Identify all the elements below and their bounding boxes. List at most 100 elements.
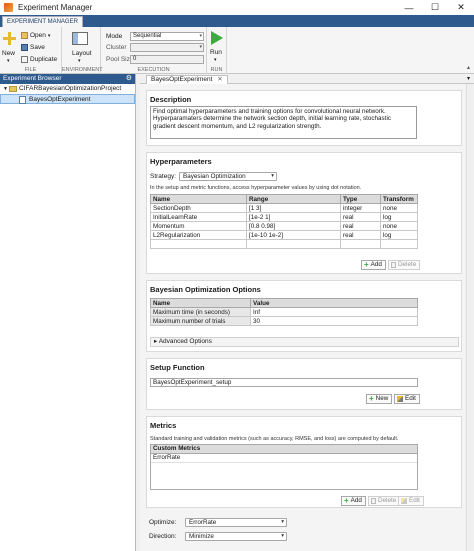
table-cell[interactable]: log — [380, 212, 418, 222]
strategy-label: Strategy: — [150, 173, 177, 180]
layout-button[interactable]: Layout ▾ — [62, 27, 100, 65]
project-label: CIFARBayesianOptimizationProject — [19, 85, 122, 92]
column-header[interactable]: Type — [340, 194, 381, 204]
save-button[interactable]: Save — [21, 44, 45, 51]
chevron-down-icon[interactable]: ▼ — [3, 84, 8, 94]
add-hyperparameter-button[interactable]: + Add — [361, 260, 386, 270]
column-header[interactable]: Name — [150, 194, 247, 204]
table-cell[interactable]: InitialLearnRate — [150, 212, 247, 222]
gear-icon[interactable]: ⚙ — [126, 74, 132, 84]
add-label: Add — [370, 261, 382, 268]
table-cell[interactable]: [0.8 0.98] — [246, 221, 341, 231]
description-heading: Description — [150, 95, 192, 104]
duplicate-label: Duplicate — [30, 56, 58, 63]
vertical-scrollbar[interactable] — [466, 84, 474, 551]
option-value[interactable]: 30 — [250, 316, 418, 326]
plus-icon — [3, 32, 16, 45]
open-button[interactable]: Open ▾ — [21, 32, 50, 39]
metrics-section: Metrics Standard training and validation… — [146, 416, 462, 508]
column-header[interactable]: Range — [246, 194, 341, 204]
option-value[interactable]: Inf — [250, 307, 418, 317]
table-cell[interactable]: L2Regularization — [150, 230, 247, 240]
add-label: Add — [350, 497, 362, 504]
experiment-editor: BayesOptExperiment ✕ ▾ Description Find … — [140, 74, 474, 551]
maximize-button[interactable]: ☐ — [422, 0, 448, 15]
close-icon[interactable]: ✕ — [217, 76, 222, 83]
tab-bayesopt-experiment[interactable]: BayesOptExperiment ✕ — [146, 75, 228, 84]
delete-metric-button[interactable]: Delete — [368, 496, 401, 506]
new-label: New — [2, 50, 16, 57]
list-item[interactable]: ErrorRate — [151, 454, 417, 463]
chevron-down-icon: ▾ — [281, 519, 284, 525]
table-row[interactable]: SectionDepth [1 3] integer none — [150, 203, 418, 213]
table-row[interactable]: Momentum [0.8 0.98] real none — [150, 221, 418, 231]
table-cell[interactable]: real — [340, 212, 381, 222]
optimize-label: Optimize: — [149, 519, 177, 526]
setup-function-field[interactable]: BayesOptExperiment_setup — [150, 378, 418, 387]
pool-size-field[interactable]: 0 — [130, 55, 204, 64]
strategy-dropdown[interactable]: Bayesian Optimization ▾ — [179, 172, 277, 181]
chevron-right-icon: ▸ — [154, 338, 158, 345]
cluster-dropdown[interactable]: ▾ — [130, 43, 204, 52]
bayesian-options-heading: Bayesian Optimization Options — [150, 285, 261, 294]
advanced-options-toggle[interactable]: ▸ Advanced Options — [150, 337, 459, 347]
new-label: New — [375, 395, 389, 402]
table-row: Maximum time (in seconds) Inf — [150, 307, 418, 317]
environment-section: Layout ▾ ENVIRONMENT — [62, 27, 103, 74]
table-cell[interactable]: integer — [340, 203, 381, 213]
run-label: Run — [210, 49, 222, 56]
bayesian-options-table: Name Value Maximum time (in seconds) Inf… — [150, 298, 418, 326]
tree-item-project[interactable]: ▼ CIFARBayesianOptimizationProject — [0, 84, 135, 94]
metrics-note: Standard training and validation metrics… — [150, 436, 399, 442]
browser-header: Experiment Browser ⚙ — [0, 74, 135, 84]
table-cell[interactable]: none — [380, 203, 418, 213]
layout-label: Layout — [72, 50, 92, 57]
tab-experiment-manager[interactable]: EXPERIMENT MANAGER — [2, 16, 83, 27]
folder-icon — [21, 32, 28, 39]
mode-value: Sequential — [133, 33, 162, 39]
edit-metric-button[interactable]: Edit — [398, 496, 424, 506]
mode-dropdown[interactable]: Sequential ▾ — [130, 32, 204, 41]
table-cell[interactable]: real — [340, 230, 381, 240]
minimize-button[interactable]: — — [396, 0, 422, 15]
option-name: Maximum time (in seconds) — [150, 307, 251, 317]
run-button[interactable]: Run ▾ — [207, 27, 226, 65]
duplicate-button[interactable]: Duplicate — [21, 56, 57, 63]
metrics-heading: Metrics — [150, 421, 177, 430]
table-cell[interactable]: none — [380, 221, 418, 231]
title-bar: Experiment Manager — ☐ ✕ — [0, 0, 474, 15]
chevron-down-icon: ▾ — [199, 44, 202, 50]
table-cell[interactable]: Momentum — [150, 221, 247, 231]
table-row[interactable]: InitialLearnRate [1e-2 1] real log — [150, 212, 418, 222]
optimize-dropdown[interactable]: ErrorRate ▾ — [185, 518, 287, 527]
add-metric-button[interactable]: + Add — [341, 496, 366, 506]
table-cell[interactable]: real — [340, 221, 381, 231]
tree-item-experiment[interactable]: BayesOptExperiment — [0, 94, 135, 104]
chevron-down-icon[interactable]: ▾ — [467, 75, 470, 82]
table-row[interactable]: L2Regularization [1e-10 1e-2] real log — [150, 230, 418, 240]
new-button[interactable]: New ▾ — [0, 27, 19, 65]
collapse-toolstrip-icon[interactable]: ▴ — [467, 64, 470, 71]
bayesian-options-section: Bayesian Optimization Options Name Value… — [146, 280, 462, 352]
table-cell[interactable]: [1 3] — [246, 203, 341, 213]
direction-value: Minimize — [189, 533, 214, 540]
trash-icon — [371, 498, 376, 504]
new-setup-button[interactable]: + New — [366, 394, 393, 404]
setup-function-heading: Setup Function — [150, 363, 205, 372]
table-cell[interactable]: [1e-2 1] — [246, 212, 341, 222]
column-header[interactable]: Transform — [380, 194, 418, 204]
table-cell[interactable]: [1e-10 1e-2] — [246, 230, 341, 240]
hyperparameters-note: In the setup and metric functions, acces… — [150, 185, 362, 191]
chevron-down-icon: ▾ — [214, 57, 217, 63]
close-button[interactable]: ✕ — [448, 0, 474, 15]
edit-setup-button[interactable]: Edit — [394, 394, 420, 404]
delete-label: Delete — [398, 261, 417, 268]
play-icon — [211, 31, 223, 45]
table-cell[interactable]: log — [380, 230, 418, 240]
direction-dropdown[interactable]: Minimize ▾ — [185, 532, 287, 541]
table-cell[interactable]: SectionDepth — [150, 203, 247, 213]
description-textarea[interactable]: Find optimal hyperparameters and trainin… — [150, 106, 417, 139]
delete-hyperparameter-button[interactable]: Delete — [388, 260, 421, 270]
mode-label: Mode — [106, 33, 123, 40]
editor-tab-bar: BayesOptExperiment ✕ ▾ — [140, 74, 474, 84]
